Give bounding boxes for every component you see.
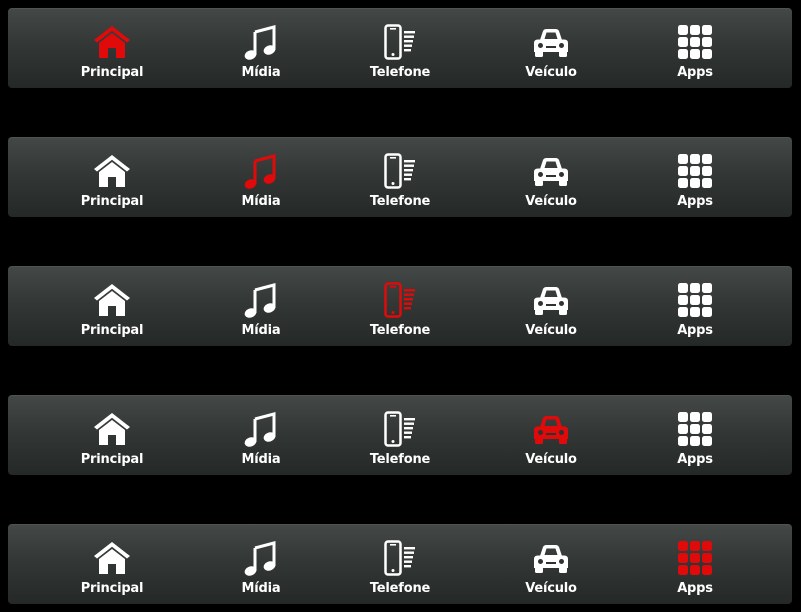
nav-item-label: Mídia	[241, 581, 281, 596]
nav-item-apps[interactable]: Apps	[635, 524, 755, 604]
nav-item-apps[interactable]: Apps	[635, 8, 755, 88]
home-icon	[92, 409, 132, 449]
nav-item-veiculo[interactable]: Veículo	[491, 524, 611, 604]
nav-item-midia[interactable]: Mídia	[201, 524, 321, 604]
nav-item-midia[interactable]: Mídia	[201, 137, 321, 217]
phone-icon	[380, 151, 420, 191]
nav-item-principal[interactable]: Principal	[52, 395, 172, 475]
nav-item-label: Apps	[677, 323, 713, 338]
music-note-icon	[241, 151, 281, 191]
music-note-icon	[241, 409, 281, 449]
nav-item-veiculo[interactable]: Veículo	[491, 266, 611, 346]
nav-item-label: Apps	[677, 581, 713, 596]
phone-icon	[380, 22, 420, 62]
apps-grid-icon	[675, 280, 715, 320]
music-note-icon	[241, 538, 281, 578]
nav-item-telefone[interactable]: Telefone	[340, 395, 460, 475]
nav-item-label: Telefone	[369, 452, 431, 467]
nav-item-principal[interactable]: Principal	[52, 8, 172, 88]
nav-item-apps[interactable]: Apps	[635, 395, 755, 475]
car-icon	[531, 151, 571, 191]
nav-item-principal[interactable]: Principal	[52, 524, 172, 604]
nav-item-telefone[interactable]: Telefone	[340, 137, 460, 217]
apps-grid-icon	[675, 151, 715, 191]
nav-item-veiculo[interactable]: Veículo	[491, 8, 611, 88]
nav-item-label: Principal	[80, 452, 144, 467]
navbar-variant-midia: Principal Mídia Telefone Veículo Apps	[8, 137, 792, 217]
nav-item-label: Principal	[80, 581, 144, 596]
nav-item-veiculo[interactable]: Veículo	[491, 395, 611, 475]
nav-item-label: Apps	[677, 452, 713, 467]
nav-item-label: Veículo	[525, 581, 577, 596]
nav-item-label: Principal	[80, 323, 144, 338]
home-icon	[92, 280, 132, 320]
car-icon	[531, 22, 571, 62]
car-icon	[531, 280, 571, 320]
navbar-variants-canvas: Principal Mídia Telefone Veículo Apps Pr…	[0, 0, 801, 612]
nav-item-label: Veículo	[525, 194, 577, 209]
nav-item-telefone[interactable]: Telefone	[340, 266, 460, 346]
navbar-variant-veiculo: Principal Mídia Telefone Veículo Apps	[8, 395, 792, 475]
nav-item-label: Principal	[80, 194, 144, 209]
home-icon	[92, 538, 132, 578]
apps-grid-icon	[675, 22, 715, 62]
nav-item-label: Telefone	[369, 581, 431, 596]
navbar-variant-principal: Principal Mídia Telefone Veículo Apps	[8, 8, 792, 88]
navbar-variant-telefone: Principal Mídia Telefone Veículo Apps	[8, 266, 792, 346]
car-icon	[531, 409, 571, 449]
nav-item-label: Apps	[677, 65, 713, 80]
phone-icon	[380, 538, 420, 578]
nav-item-label: Veículo	[525, 323, 577, 338]
home-icon	[92, 22, 132, 62]
apps-grid-icon	[675, 409, 715, 449]
home-icon	[92, 151, 132, 191]
nav-item-principal[interactable]: Principal	[52, 137, 172, 217]
apps-grid-icon	[675, 538, 715, 578]
navbar-variant-apps: Principal Mídia Telefone Veículo Apps	[8, 524, 792, 604]
nav-item-label: Veículo	[525, 65, 577, 80]
nav-item-label: Mídia	[241, 452, 281, 467]
nav-item-label: Telefone	[369, 323, 431, 338]
nav-item-telefone[interactable]: Telefone	[340, 524, 460, 604]
music-note-icon	[241, 22, 281, 62]
nav-item-label: Mídia	[241, 65, 281, 80]
nav-item-telefone[interactable]: Telefone	[340, 8, 460, 88]
nav-item-label: Apps	[677, 194, 713, 209]
nav-item-midia[interactable]: Mídia	[201, 8, 321, 88]
nav-item-label: Mídia	[241, 194, 281, 209]
nav-item-label: Veículo	[525, 452, 577, 467]
nav-item-midia[interactable]: Mídia	[201, 266, 321, 346]
nav-item-label: Principal	[80, 65, 144, 80]
car-icon	[531, 538, 571, 578]
phone-icon	[380, 280, 420, 320]
nav-item-label: Mídia	[241, 323, 281, 338]
phone-icon	[380, 409, 420, 449]
nav-item-principal[interactable]: Principal	[52, 266, 172, 346]
music-note-icon	[241, 280, 281, 320]
nav-item-label: Telefone	[369, 65, 431, 80]
nav-item-veiculo[interactable]: Veículo	[491, 137, 611, 217]
nav-item-apps[interactable]: Apps	[635, 266, 755, 346]
nav-item-midia[interactable]: Mídia	[201, 395, 321, 475]
nav-item-apps[interactable]: Apps	[635, 137, 755, 217]
nav-item-label: Telefone	[369, 194, 431, 209]
